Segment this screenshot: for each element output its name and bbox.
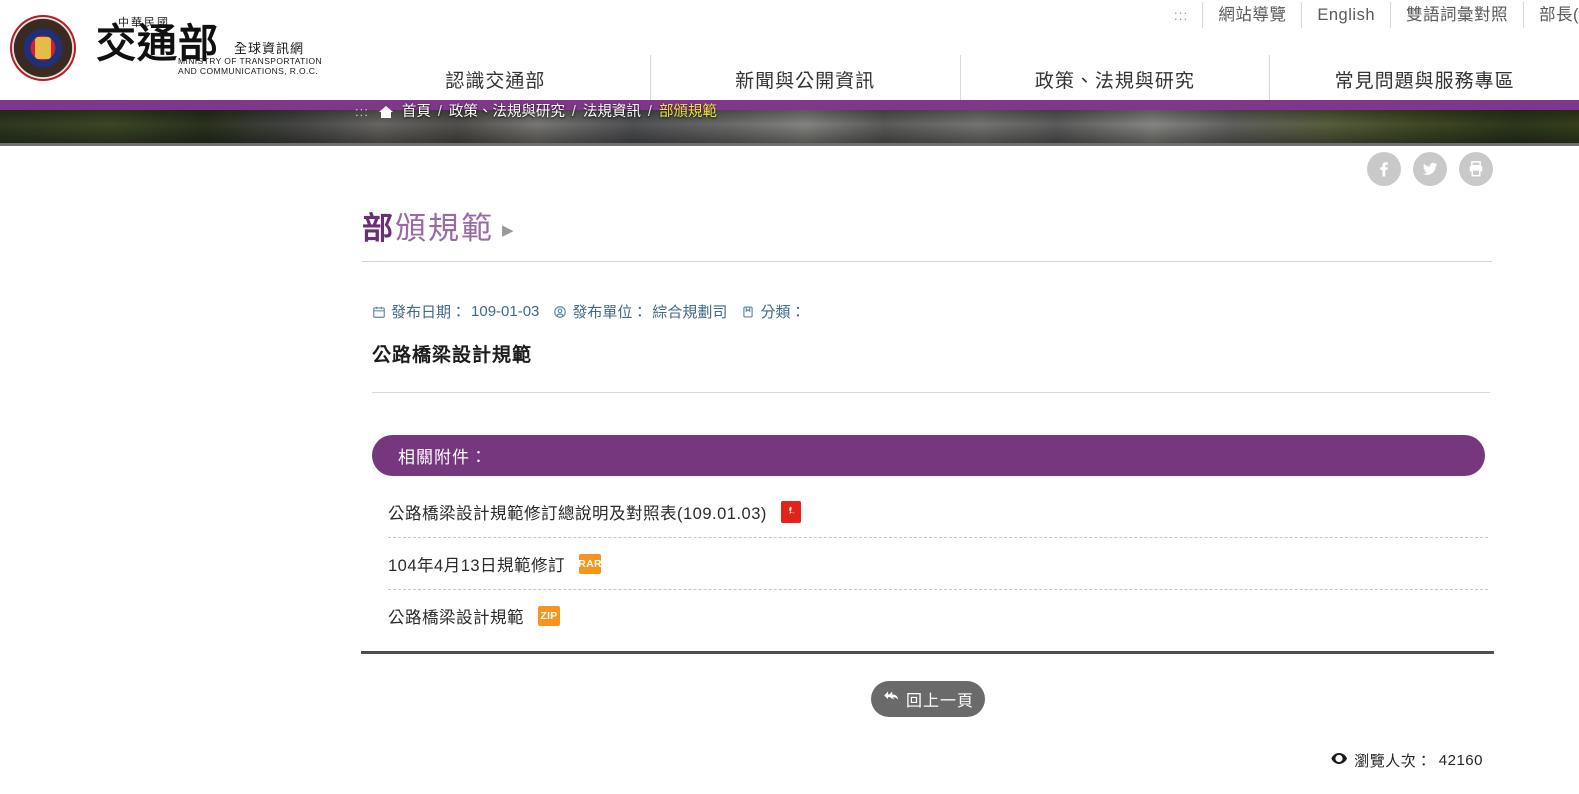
page-title: 部頒規範 ▶ [362, 210, 1492, 247]
eye-icon [1331, 752, 1348, 769]
view-counter: 瀏覽人次： 42160 [1331, 750, 1483, 771]
view-counter-label: 瀏覽人次： [1354, 753, 1432, 770]
meta-publish-unit-value: 綜合規劃司 [652, 304, 728, 321]
tag-icon [741, 305, 755, 319]
attachment-name[interactable]: 公路橋梁設計規範 [388, 604, 524, 628]
page-root: ::: 網站導覽 English 雙語詞彙對照 部長( 中華民國 交通部 全球資… [0, 0, 1579, 794]
meta-publish-date: 發布日期： 109-01-03 [372, 301, 539, 322]
nav-item-policy[interactable]: 政策、法規與研究 [959, 55, 1270, 103]
home-icon [378, 106, 393, 118]
content-bottom-divider [361, 651, 1494, 654]
share-toolbar [1367, 152, 1493, 186]
site-logo[interactable]: 中華民國 交通部 全球資訊網 MINISTRY OF TRANSPORTATIO… [0, 8, 326, 88]
breadcrumb-item-policy[interactable]: 政策、法規與研究 [449, 103, 565, 121]
zip-icon[interactable]: ZIP [538, 606, 560, 626]
document-title: 公路橋梁設計規範 [372, 345, 533, 366]
breadcrumb-item-regulations[interactable]: 法規資訊 [583, 103, 641, 121]
attachment-name[interactable]: 104年4月13日規範修訂 [388, 552, 565, 576]
back-button-label: 回上一頁 [905, 693, 974, 710]
calendar-icon [372, 305, 386, 319]
top-link-sitemap[interactable]: 網站導覽 [1202, 2, 1301, 28]
twitter-icon[interactable] [1413, 152, 1447, 186]
article-metadata: 發布日期： 109-01-03 發布單位： 綜合規劃司 分類： [372, 301, 810, 322]
facebook-icon[interactable] [1367, 152, 1401, 186]
page-title-block: 部頒規範 ▶ [362, 210, 1492, 263]
top-link-english[interactable]: English [1301, 2, 1390, 28]
meta-publish-date-label: 發布日期： [391, 304, 467, 321]
breadcrumb: ::: 首頁 / 政策、法規與研究 / 法規資訊 / 部頒規範 [355, 103, 717, 121]
meta-publish-date-value: 109-01-03 [471, 303, 540, 320]
pdf-icon[interactable] [780, 500, 801, 523]
print-icon[interactable] [1459, 152, 1493, 186]
back-button[interactable]: 回上一頁 [871, 681, 985, 717]
attachments-heading: 相關附件： [372, 435, 1485, 476]
logo-sub-en-text: MINISTRY OF TRANSPORTATION AND COMMUNICA… [178, 56, 323, 76]
top-utility-links: ::: 網站導覽 English 雙語詞彙對照 部長( [1160, 2, 1579, 28]
rar-icon[interactable]: RAR [578, 553, 602, 574]
view-counter-value: 42160 [1438, 752, 1483, 769]
page-title-strong: 部 [362, 211, 395, 246]
nav-item-about[interactable]: 認識交通部 [341, 55, 650, 103]
breadcrumb-item-current: 部頒規範 [658, 104, 717, 120]
document-divider [372, 392, 1490, 393]
hero-bottom-divider [0, 143, 1579, 146]
page-title-rest: 頒規範 [395, 211, 494, 246]
attachment-row[interactable]: 公路橋梁設計規範修訂總說明及對照表(109.01.03) [388, 486, 1488, 538]
attachment-row[interactable]: 公路橋梁設計規範 ZIP [388, 590, 1488, 642]
chevron-right-icon: ▶ [502, 221, 516, 239]
nav-item-faq[interactable]: 常見問題與服務專區 [1269, 55, 1579, 103]
breadcrumb-separator: / [437, 104, 442, 120]
meta-category-label: 分類： [760, 304, 806, 321]
logo-sub-cn-text: 全球資訊網 [234, 42, 305, 57]
nav-item-news[interactable]: 新聞與公開資訊 [649, 55, 960, 103]
accessibility-anchor[interactable]: ::: [1160, 2, 1203, 28]
hero-banner-image [0, 110, 1579, 146]
meta-category: 分類： [741, 301, 810, 322]
page-title-divider [362, 261, 1492, 263]
breadcrumb-separator: / [571, 104, 576, 120]
attachment-name[interactable]: 公路橋梁設計規範修訂總說明及對照表(109.01.03) [388, 500, 767, 524]
attachments-list: 公路橋梁設計規範修訂總說明及對照表(109.01.03) 104年4月13日規範… [388, 486, 1488, 642]
nav-accent-bar [0, 100, 1579, 110]
reply-arrow-icon [882, 690, 899, 709]
meta-publish-unit: 發布單位： 綜合規劃司 [553, 301, 727, 322]
attachment-row[interactable]: 104年4月13日規範修訂 RAR [388, 538, 1488, 590]
breadcrumb-accessibility-anchor[interactable]: ::: [355, 103, 369, 121]
meta-publish-unit-label: 發布單位： [572, 304, 648, 321]
user-circle-icon [553, 305, 567, 319]
logo-wordmark: 中華民國 交通部 全球資訊網 MINISTRY OF TRANSPORTATIO… [86, 12, 326, 84]
motc-emblem-icon [10, 15, 76, 81]
breadcrumb-separator: / [647, 104, 652, 120]
breadcrumb-item-home[interactable]: 首頁 [402, 103, 431, 121]
top-link-bilingual-glossary[interactable]: 雙語詞彙對照 [1390, 2, 1523, 28]
top-link-minister[interactable]: 部長( [1523, 2, 1579, 28]
main-navigation: 認識交通部 新聞與公開資訊 政策、法規與研究 常見問題與服務專區 [341, 55, 1579, 103]
